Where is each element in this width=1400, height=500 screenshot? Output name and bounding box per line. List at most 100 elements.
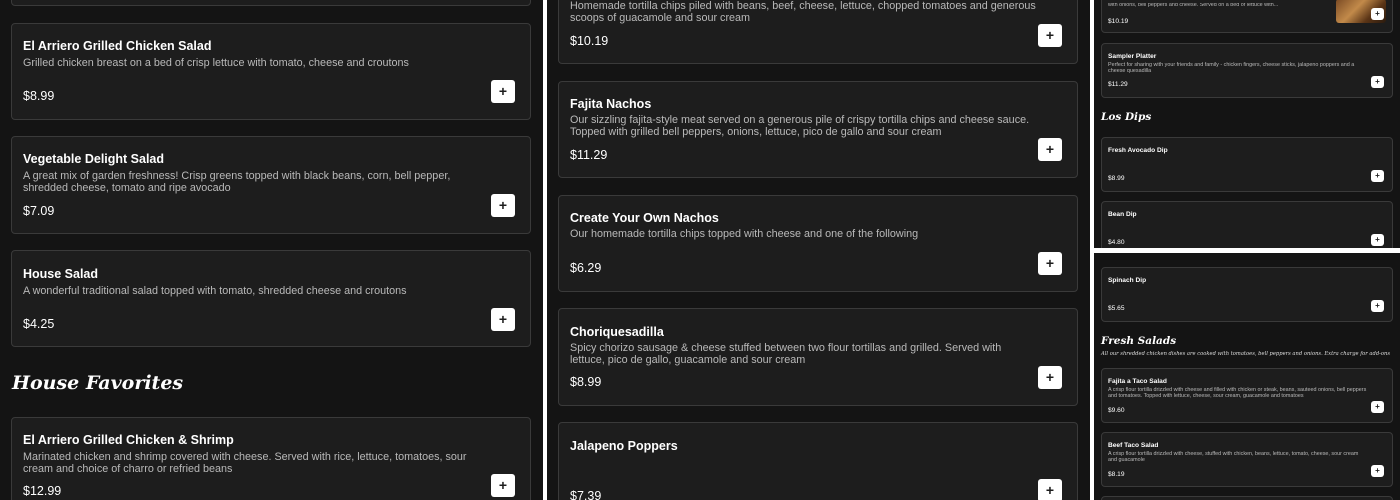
plus-icon: + [1045, 255, 1055, 271]
add-to-cart-button[interactable]: + [1371, 76, 1384, 88]
plus-icon: + [1045, 27, 1055, 43]
menu-item-title: Fresh Avocado Dip [1108, 147, 1168, 154]
menu-item-title: Bean Dip [1108, 211, 1137, 218]
menu-item-card[interactable]: Fajita Nachos Our sizzling fajita-style … [558, 81, 1078, 178]
menu-item-description: with onions, bell peppers and cheese. Se… [1108, 3, 1279, 8]
menu-item-title: Fajita Nachos [570, 97, 652, 111]
plus-icon: + [498, 477, 508, 493]
add-to-cart-button[interactable]: + [1038, 138, 1062, 161]
plus-icon: + [1375, 77, 1380, 86]
menu-item-title: Sampler Platter [1108, 53, 1157, 60]
menu-item-price: $11.29 [570, 148, 608, 162]
menu-item-title: Vegetable Delight Salad [23, 152, 165, 166]
add-to-cart-button[interactable]: + [491, 308, 515, 331]
add-to-cart-button[interactable]: + [1371, 401, 1384, 413]
add-to-cart-button[interactable]: + [1038, 479, 1062, 500]
menu-item-price: $4.80 [1108, 239, 1125, 246]
menu-panel-middle: Homemade tortilla chips piled with beans… [547, 0, 1090, 500]
menu-item-price: $9.60 [1108, 407, 1125, 414]
menu-item-card[interactable]: with onions, bell peppers and cheese. Se… [1101, 0, 1393, 33]
menu-item-description: Perfect for sharing with your friends an… [1108, 62, 1355, 74]
menu-item-description: Spicy chorizo sausage & cheese stuffed b… [570, 342, 1002, 366]
menu-panel-right-bottom: Spinach Dip $5.65 + Fresh Salads All our… [1094, 253, 1400, 500]
menu-item-description: Our sizzling fajita-style meat served on… [570, 114, 1030, 138]
add-to-cart-button[interactable]: + [1038, 252, 1062, 275]
plus-icon: + [1375, 466, 1380, 475]
plus-icon: + [1375, 402, 1380, 411]
menu-item-price: $8.99 [570, 375, 602, 389]
plus-icon: + [1045, 369, 1055, 385]
menu-item-description: A great mix of garden freshness! Crisp g… [23, 170, 451, 194]
menu-item-price: $12.99 [23, 484, 62, 498]
add-to-cart-button[interactable]: + [1371, 8, 1384, 20]
menu-item-card[interactable]: Fresh Avocado Dip $8.99 + [1101, 137, 1393, 192]
menu-item-price: $8.19 [1108, 471, 1125, 478]
menu-panel-right-top: with onions, bell peppers and cheese. Se… [1094, 0, 1400, 248]
plus-icon: + [1045, 482, 1055, 498]
add-to-cart-button[interactable]: + [491, 474, 515, 497]
plus-icon: + [1375, 9, 1380, 18]
add-to-cart-button[interactable]: + [491, 194, 515, 217]
menu-item-price: $10.19 [1108, 18, 1129, 25]
menu-item-description: Grilled chicken breast on a bed of crisp… [23, 57, 409, 69]
section-title: Los Dips [1101, 111, 1152, 123]
plus-icon: + [1375, 171, 1380, 180]
add-to-cart-button[interactable]: + [1371, 465, 1384, 477]
menu-item-card[interactable]: Homemade tortilla chips piled with beans… [558, 0, 1078, 64]
menu-item-card[interactable]: El Arriero Grilled Chicken & Shrimp Mari… [11, 417, 531, 500]
menu-item-card[interactable]: Sampler Platter Perfect for sharing with… [1101, 43, 1393, 98]
menu-item-title: Spinach Dip [1108, 277, 1147, 284]
menu-item-price: $6.29 [570, 261, 602, 275]
menu-item-card[interactable]: Choriquesadilla Spicy chorizo sausage & … [558, 308, 1078, 406]
menu-item-card[interactable]: Jalapeno Poppers $7.39 + [558, 422, 1078, 500]
menu-item-price: $7.09 [23, 204, 55, 218]
add-to-cart-button[interactable]: + [1038, 24, 1062, 47]
menu-item-description: Marinated chicken and shrimp covered wit… [23, 451, 467, 475]
menu-item-card[interactable] [1101, 496, 1393, 500]
add-to-cart-button[interactable]: + [1038, 366, 1062, 389]
menu-item-price: $7.39 [570, 489, 602, 500]
plus-icon: + [498, 197, 508, 213]
menu-panel-left: El Arriero Grilled Chicken Salad Grilled… [0, 0, 543, 500]
menu-item-card[interactable]: Bean Dip $4.80 + [1101, 201, 1393, 248]
menu-item-title: Create Your Own Nachos [570, 211, 719, 225]
section-title: Fresh Salads [1101, 335, 1177, 347]
menu-item-card[interactable]: Create Your Own Nachos Our homemade tort… [558, 195, 1078, 292]
menu-item-title: El Arriero Grilled Chicken Salad [23, 39, 212, 53]
menu-item-price: $10.19 [570, 34, 609, 48]
add-to-cart-button[interactable]: + [1371, 170, 1384, 182]
menu-item-card[interactable]: House Salad A wonderful traditional sala… [11, 250, 531, 347]
add-to-cart-button[interactable]: + [1371, 300, 1384, 312]
menu-item-card[interactable]: Beef Taco Salad A crisp flour tortilla d… [1101, 432, 1393, 487]
menu-item-title: El Arriero Grilled Chicken & Shrimp [23, 433, 234, 447]
menu-item-description: Homemade tortilla chips piled with beans… [570, 0, 1036, 24]
menu-item-title: House Salad [23, 267, 99, 281]
menu-item-price: $8.99 [23, 89, 55, 103]
menu-item-card[interactable]: Vegetable Delight Salad A great mix of g… [11, 136, 531, 234]
plus-icon: + [1375, 235, 1380, 244]
add-to-cart-button[interactable]: + [491, 80, 515, 103]
menu-item-title: Fajita a Taco Salad [1108, 378, 1167, 385]
plus-icon: + [1375, 301, 1380, 310]
plus-icon: + [498, 83, 508, 99]
menu-item-card[interactable]: Fajita a Taco Salad A crisp flour tortil… [1101, 368, 1393, 423]
menu-item-price: $4.25 [23, 317, 55, 331]
plus-icon: + [498, 311, 508, 327]
menu-item-description: A crisp flour tortilla drizzled with che… [1108, 387, 1367, 399]
menu-item-description: A wonderful traditional salad topped wit… [23, 285, 407, 297]
menu-item-price: $8.99 [1108, 175, 1125, 182]
menu-item-title: Choriquesadilla [570, 325, 664, 339]
menu-item-title: Jalapeno Poppers [570, 439, 678, 453]
menu-item-card[interactable]: Spinach Dip $5.65 + [1101, 267, 1393, 322]
menu-item-price: $11.29 [1108, 81, 1128, 88]
menu-item-description: Our homemade tortilla chips topped with … [570, 228, 919, 240]
menu-item-title: Beef Taco Salad [1108, 442, 1159, 449]
section-note: All our shredded chicken dishes are cook… [1101, 351, 1391, 357]
plus-icon: + [1045, 141, 1055, 157]
menu-item-card[interactable] [11, 0, 531, 6]
menu-item-price: $5.65 [1108, 305, 1125, 312]
add-to-cart-button[interactable]: + [1371, 234, 1384, 246]
menu-item-description: A crisp flour tortilla drizzled with che… [1108, 451, 1359, 463]
menu-item-card[interactable]: El Arriero Grilled Chicken Salad Grilled… [11, 23, 531, 120]
section-title: House Favorites [12, 372, 184, 394]
